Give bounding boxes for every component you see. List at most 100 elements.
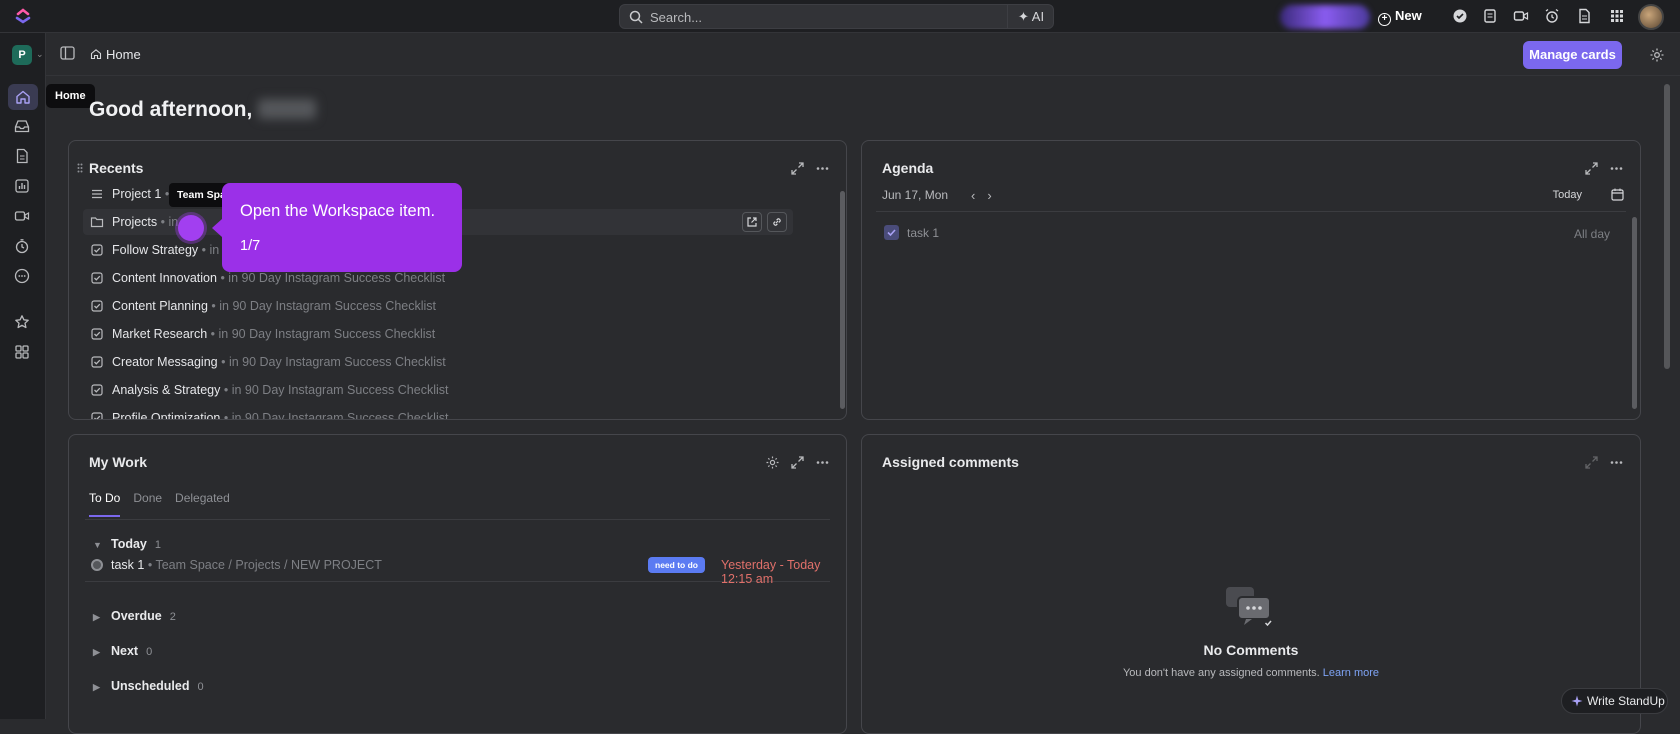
more-options-icon[interactable] <box>815 161 830 176</box>
manage-cards-button[interactable]: Manage cards <box>1523 41 1622 69</box>
sidebar-home-button[interactable] <box>8 84 38 110</box>
open-external-icon[interactable] <box>742 212 762 232</box>
recents-item[interactable]: Creator Messaging • in 90 Day Instagram … <box>83 349 793 375</box>
recents-item-location: • in 90 Day Instagram Success Checklist <box>210 327 436 341</box>
sidebar-toggle-icon[interactable] <box>60 46 75 60</box>
group-unscheduled-label: Unscheduled <box>111 679 190 693</box>
more-options-icon[interactable] <box>1609 455 1624 470</box>
sidebar-inbox-button[interactable] <box>12 116 32 136</box>
drag-handle-icon[interactable] <box>77 163 83 173</box>
group-next-count: 0 <box>146 646 153 658</box>
user-avatar[interactable] <box>1638 4 1664 30</box>
recents-item-location: • in 90 Day Instagram Success Checklist <box>223 411 449 420</box>
sidebar-docs-button[interactable] <box>12 146 32 166</box>
agenda-task[interactable]: task 1 <box>884 225 939 240</box>
check-circle-icon[interactable] <box>1452 8 1468 24</box>
alarm-clock-icon[interactable] <box>1544 8 1560 24</box>
assigned-comments-title: Assigned comments <box>882 454 1019 470</box>
upgrade-pill[interactable] <box>1280 5 1370 29</box>
recents-item-name: Market Research <box>112 327 208 341</box>
recents-scrollbar[interactable] <box>840 191 845 409</box>
ai-label: AI <box>1031 9 1045 24</box>
agenda-today-button[interactable]: Today <box>1553 189 1582 201</box>
video-icon[interactable] <box>1513 8 1529 24</box>
my-work-tabs: To Do Done Delegated <box>89 491 243 517</box>
recents-item[interactable]: Content Planning • in 90 Day Instagram S… <box>83 293 793 319</box>
task-check-icon <box>91 356 103 368</box>
recents-item-location: • in 90 Day Instagram Success Checklist <box>220 271 446 285</box>
apps-grid-icon[interactable] <box>1609 8 1625 24</box>
home-icon <box>90 49 102 60</box>
dashboard-chart-icon <box>15 179 29 193</box>
expand-icon[interactable] <box>790 161 805 176</box>
task-due-date[interactable]: Yesterday - Today 12:15 am <box>721 558 830 586</box>
more-options-icon[interactable] <box>815 455 830 470</box>
task-check-icon <box>91 300 103 312</box>
agenda-scrollbar[interactable] <box>1632 217 1637 409</box>
expand-icon[interactable] <box>1584 161 1599 176</box>
chevron-right-icon[interactable]: › <box>987 188 1003 203</box>
status-badge[interactable]: need to do <box>648 557 705 573</box>
group-unscheduled[interactable]: ▶ Unscheduled 0 <box>93 679 204 693</box>
recents-item[interactable]: Analysis & Strategy • in 90 Day Instagra… <box>83 377 793 403</box>
tour-message: Open the Workspace item. <box>240 202 436 220</box>
search-bar[interactable]: Search... ✦ AI <box>619 4 1054 29</box>
expand-icon[interactable] <box>790 455 805 470</box>
recents-item-label: Market Research • in 90 Day Instagram Su… <box>112 321 435 347</box>
recents-item[interactable]: Market Research • in 90 Day Instagram Su… <box>83 321 793 347</box>
chevron-down-icon[interactable]: ⌄ <box>36 49 44 60</box>
status-circle-icon[interactable] <box>91 559 103 571</box>
sidebar-favorites-button[interactable] <box>12 312 32 332</box>
ai-button[interactable]: ✦ AI <box>1007 5 1053 28</box>
sidebar-spaces-button[interactable] <box>12 342 32 362</box>
sidebar-more-button[interactable] <box>12 266 32 286</box>
recents-item-name: Analysis & Strategy <box>112 383 221 397</box>
caret-down-icon: ▼ <box>93 540 102 550</box>
calendar-icon[interactable] <box>1611 188 1624 201</box>
new-button[interactable]: + New <box>1378 8 1422 26</box>
recents-item-name: Content Planning <box>112 299 208 313</box>
tab-delegated[interactable]: Delegated <box>175 491 230 515</box>
caret-right-icon: ▶ <box>93 612 100 622</box>
no-comments-title: No Comments <box>1203 642 1299 658</box>
tour-callout: Open the Workspace item. 1/7 <box>212 183 462 272</box>
write-standup-button[interactable]: Write StandUp <box>1561 688 1668 714</box>
user-name-blurred <box>258 99 317 119</box>
workspace-avatar[interactable]: P <box>12 45 32 65</box>
sidebar-timesheets-button[interactable] <box>12 236 32 256</box>
group-today[interactable]: ▼ Today 1 <box>93 537 161 551</box>
more-options-icon[interactable] <box>1609 161 1624 176</box>
recents-item-name: Projects <box>112 215 158 229</box>
task-row[interactable]: task 1 • Team Space / Projects / NEW PRO… <box>85 552 830 586</box>
notepad-icon[interactable] <box>1482 8 1498 24</box>
new-label: New <box>1395 8 1422 23</box>
tab-to-do[interactable]: To Do <box>89 491 121 517</box>
tour-hotspot[interactable] <box>178 215 204 241</box>
page-scrollbar[interactable] <box>1664 84 1670 369</box>
group-overdue-count: 2 <box>169 611 176 623</box>
recents-item[interactable]: Profile Optimization • in 90 Day Instagr… <box>83 405 793 420</box>
caret-right-icon: ▶ <box>93 647 100 657</box>
chat-bubbles-icon <box>1226 587 1273 628</box>
learn-more-link[interactable]: Learn more <box>1323 667 1379 679</box>
video-icon <box>14 211 30 221</box>
chevron-left-icon[interactable]: ‹ <box>971 188 987 203</box>
gear-icon[interactable] <box>765 455 780 470</box>
sidebar-clips-button[interactable] <box>12 206 32 226</box>
tab-done[interactable]: Done <box>133 491 162 515</box>
group-next[interactable]: ▶ Next 0 <box>93 644 152 658</box>
copy-link-icon[interactable] <box>767 212 787 232</box>
clickup-logo[interactable] <box>14 6 32 26</box>
group-overdue[interactable]: ▶ Overdue 2 <box>93 609 176 623</box>
recents-item-name: Profile Optimization <box>112 411 221 420</box>
recents-card: Recents Project 1 • Projects • in Follow S… <box>68 140 847 420</box>
breadcrumb[interactable]: Home <box>90 47 141 62</box>
expand-icon[interactable] <box>1584 455 1599 470</box>
breadcrumb-label: Home <box>106 47 141 62</box>
document-icon[interactable] <box>1576 8 1592 24</box>
team-space-tooltip: Team Space <box>169 183 229 207</box>
row-actions <box>742 212 787 232</box>
docs-icon <box>16 148 28 164</box>
sidebar-dashboards-button[interactable] <box>12 176 32 196</box>
gear-icon[interactable] <box>1649 47 1665 63</box>
